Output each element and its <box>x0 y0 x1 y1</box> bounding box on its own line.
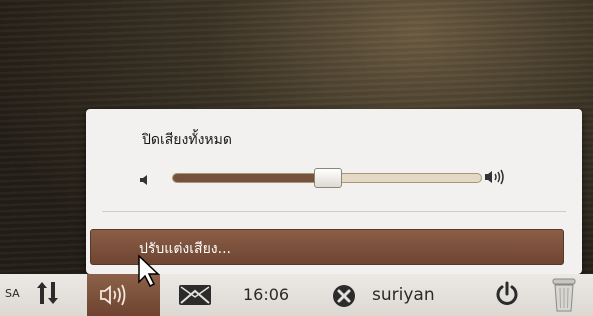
network-icon[interactable] <box>36 280 60 310</box>
speaker-high-icon[interactable] <box>484 169 510 189</box>
volume-slider-thumb[interactable] <box>314 168 342 188</box>
clock[interactable]: 16:06 <box>243 285 289 304</box>
menu-separator <box>102 211 566 212</box>
trash-icon[interactable] <box>551 278 577 316</box>
user-close-icon <box>332 284 356 312</box>
sound-menu: ปิดเสียงทั้งหมด ปรับแต่งเสียง... <box>86 109 582 274</box>
user-name: suriyan <box>372 285 435 305</box>
volume-slider[interactable] <box>172 168 482 188</box>
volume-slider-fill <box>173 174 327 182</box>
mute-all-item[interactable]: ปิดเสียงทั้งหมด <box>142 129 232 151</box>
speaker-low-icon[interactable] <box>139 171 149 190</box>
sound-icon <box>100 284 126 306</box>
mouse-cursor-icon <box>137 254 163 292</box>
power-icon[interactable] <box>495 281 519 311</box>
mail-icon[interactable] <box>178 283 212 311</box>
keyboard-layout-indicator[interactable]: SA <box>5 287 20 300</box>
top-panel: SA 16:06 suriyan <box>0 274 593 316</box>
